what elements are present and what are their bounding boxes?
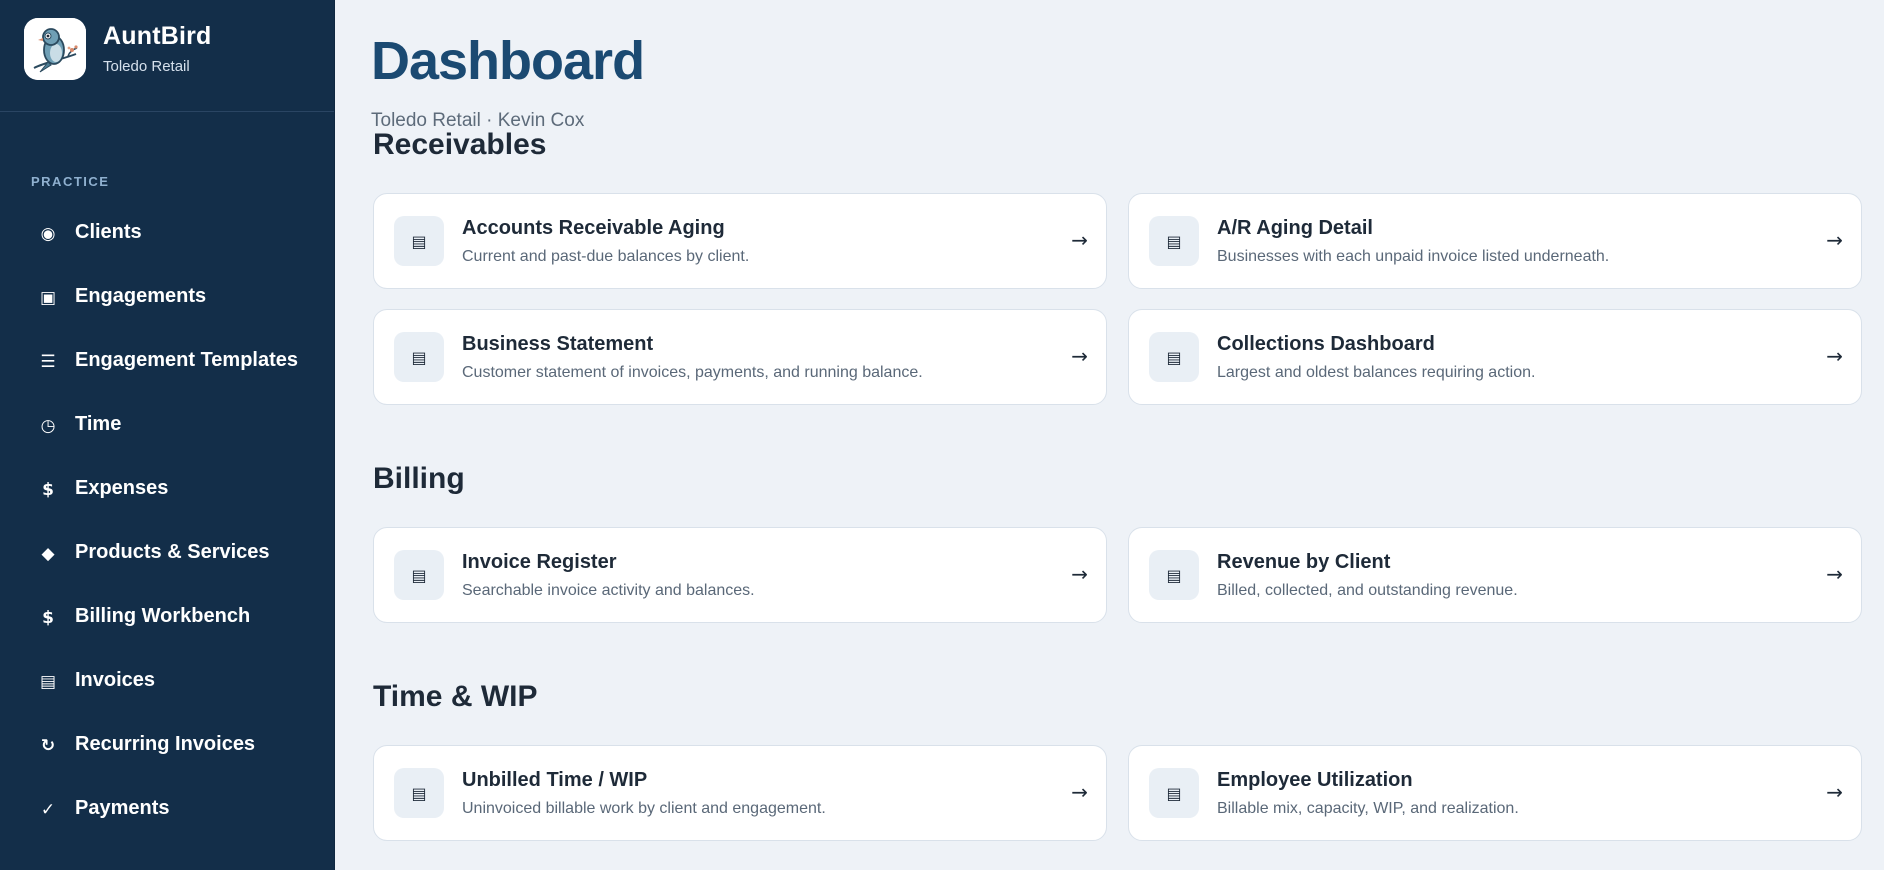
sidebar-item-label: Invoices: [75, 669, 156, 691]
report-card-description: Largest and oldest balances requiring ac…: [1217, 364, 1536, 381]
report-card-invoice-register[interactable]: ▤ Invoice Register Searchable invoice ac…: [373, 527, 1107, 623]
report-card-business-statement[interactable]: ▤ Business Statement Customer statement …: [373, 309, 1107, 405]
report-card-ar-aging-detail[interactable]: ▤ A/R Aging Detail Businesses with each …: [1128, 193, 1862, 289]
section-title-billing: Billing: [373, 462, 465, 495]
report-card-description: Current and past-due balances by client.: [462, 248, 750, 265]
sidebar-item-label: Expenses: [75, 477, 169, 499]
report-icon: ▤: [394, 332, 444, 382]
sidebar-item-label: Products & Services: [75, 541, 270, 563]
check-icon: ✓: [40, 800, 56, 820]
report-card-title: Unbilled Time / WIP: [462, 769, 648, 791]
sidebar-item-invoices[interactable]: ▤ Invoices: [0, 650, 334, 714]
brand-subtitle: Toledo Retail: [103, 58, 190, 75]
sidebar-item-payments[interactable]: ✓ Payments: [0, 778, 334, 842]
arrow-right-icon: →: [1071, 228, 1088, 252]
diamond-icon: ◆: [41, 544, 55, 564]
sidebar-item-clients[interactable]: ◉ Clients: [0, 202, 334, 266]
sidebar: AuntBird Toledo Retail PRACTICE ◉ Client…: [0, 0, 335, 870]
dollar-icon: $: [42, 608, 54, 628]
sidebar-item-label: Billing Workbench: [75, 605, 251, 627]
report-card-unbilled-time-wip[interactable]: ▤ Unbilled Time / WIP Uninvoiced billabl…: [373, 745, 1107, 841]
sidebar-item-label: Engagements: [75, 285, 207, 307]
arrow-right-icon: →: [1071, 562, 1088, 586]
report-icon: ▤: [1149, 768, 1199, 818]
bird-logo-icon: [24, 18, 86, 80]
page-title: Dashboard: [371, 31, 645, 91]
main-content: Dashboard Toledo Retail · Kevin Cox Rece…: [335, 0, 1884, 870]
sidebar-item-expenses[interactable]: $ Expenses: [0, 458, 334, 522]
report-card-title: Accounts Receivable Aging: [462, 217, 725, 239]
arrow-right-icon: →: [1826, 780, 1843, 804]
section-title-receivables: Receivables: [373, 128, 547, 161]
arrow-right-icon: →: [1826, 228, 1843, 252]
report-card-description: Searchable invoice activity and balances…: [462, 582, 755, 599]
report-card-collections-dashboard[interactable]: ▤ Collections Dashboard Largest and olde…: [1128, 309, 1862, 405]
invoice-icon: ▤: [39, 672, 57, 692]
sidebar-item-label: Payments: [75, 797, 170, 819]
report-card-title: Business Statement: [462, 333, 654, 355]
report-card-title: Invoice Register: [462, 551, 617, 573]
sidebar-item-billing-workbench[interactable]: $ Billing Workbench: [0, 586, 334, 650]
clock-icon: ◷: [40, 416, 56, 436]
sidebar-item-label: Clients: [75, 221, 142, 243]
report-icon: ▤: [394, 216, 444, 266]
sidebar-item-products-services[interactable]: ◆ Products & Services: [0, 522, 334, 586]
brand-header: AuntBird Toledo Retail: [0, 0, 334, 112]
report-card-revenue-by-client[interactable]: ▤ Revenue by Client Billed, collected, a…: [1128, 527, 1862, 623]
sidebar-item-engagement-templates[interactable]: ☰ Engagement Templates: [0, 330, 334, 394]
report-card-employee-utilization[interactable]: ▤ Employee Utilization Billable mix, cap…: [1128, 745, 1862, 841]
sidebar-item-label: Recurring Invoices: [75, 733, 256, 755]
engagements-icon: ▣: [39, 288, 57, 308]
templates-icon: ☰: [40, 352, 56, 372]
sidebar-item-label: Engagement Templates: [75, 349, 299, 371]
report-icon: ▤: [394, 768, 444, 818]
sidebar-item-recurring-invoices[interactable]: ↻ Recurring Invoices: [0, 714, 334, 778]
sidebar-nav: ◉ Clients ▣ Engagements ☰ Engagement Tem…: [0, 202, 334, 842]
arrow-right-icon: →: [1826, 344, 1843, 368]
report-card-description: Billable mix, capacity, WIP, and realiza…: [1217, 800, 1519, 817]
clients-icon: ◉: [40, 224, 56, 244]
arrow-right-icon: →: [1071, 780, 1088, 804]
report-card-ar-aging[interactable]: ▤ Accounts Receivable Aging Current and …: [373, 193, 1107, 289]
report-icon: ▤: [1149, 216, 1199, 266]
report-icon: ▤: [1149, 550, 1199, 600]
nav-section-label: PRACTICE: [31, 174, 110, 189]
sidebar-item-time[interactable]: ◷ Time: [0, 394, 334, 458]
dollar-icon: $: [42, 480, 54, 500]
report-card-description: Uninvoiced billable work by client and e…: [462, 800, 826, 817]
report-card-description: Billed, collected, and outstanding reven…: [1217, 582, 1518, 599]
report-card-description: Customer statement of invoices, payments…: [462, 364, 923, 381]
brand-name: AuntBird: [103, 22, 212, 50]
arrow-right-icon: →: [1071, 344, 1088, 368]
report-card-description: Businesses with each unpaid invoice list…: [1217, 248, 1610, 265]
sidebar-item-label: Time: [75, 413, 122, 435]
auntbird-logo[interactable]: [24, 18, 86, 80]
report-card-title: Employee Utilization: [1217, 769, 1413, 791]
report-card-title: Collections Dashboard: [1217, 333, 1435, 355]
report-card-title: A/R Aging Detail: [1217, 217, 1373, 239]
recurring-icon: ↻: [40, 736, 56, 756]
section-title-time-wip: Time & WIP: [373, 680, 538, 713]
report-card-title: Revenue by Client: [1217, 551, 1391, 573]
report-icon: ▤: [394, 550, 444, 600]
arrow-right-icon: →: [1826, 562, 1843, 586]
sidebar-item-engagements[interactable]: ▣ Engagements: [0, 266, 334, 330]
report-icon: ▤: [1149, 332, 1199, 382]
